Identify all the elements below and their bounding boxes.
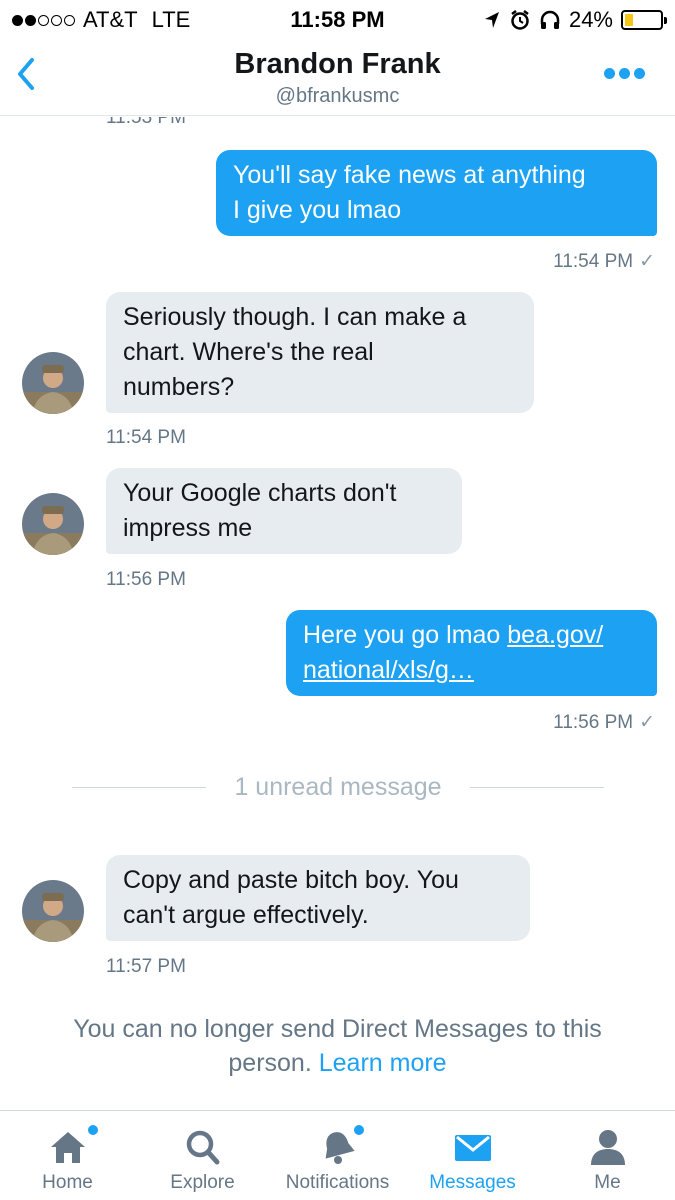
message-timestamp: 11:53 PM [106,117,186,128]
message-link[interactable]: national/xls/g… [303,656,474,684]
message-text: can't argue effectively. [123,901,369,929]
home-icon [50,1132,85,1163]
tab-bar: Home Explore Notifications Messages Me [0,1110,675,1200]
message-timestamp: 11:54 PM ✓ [553,250,655,273]
avatar[interactable] [22,352,84,414]
outgoing-message-bubble[interactable]: You'll say fake news at anything I give … [216,150,657,236]
message-text: I give you lmao [233,196,402,224]
alarm-icon [511,10,529,30]
message-timestamp: 11:57 PM [106,956,186,977]
incoming-message-bubble[interactable]: Seriously though. I can make a chart. Wh… [106,292,534,413]
message-text: numbers? [123,373,235,401]
notice-text-end: person. [228,1049,312,1077]
location-arrow-icon [484,12,499,28]
message-text: Your Google charts don't [123,479,397,507]
message-timestamp: 11:56 PM [106,569,186,590]
message-text: Here you go lmao bea.gov/ [303,618,640,653]
more-dots-icon [604,68,615,79]
outgoing-message-bubble[interactable]: Here you go lmao bea.gov/ national/xls/g… [286,610,657,696]
status-bar: AT&T LTE 11:58 PM 24% [0,0,675,40]
unread-dot [88,1125,98,1135]
envelope-icon [454,1135,491,1161]
more-dots-icon [619,68,630,79]
battery-nub [664,17,667,24]
tab-messages[interactable]: Messages [405,1111,540,1200]
tab-notifications[interactable]: Notifications [270,1111,405,1200]
message-text: Copy and paste bitch boy. You [123,866,459,894]
message-link[interactable]: bea.gov/ [507,621,603,649]
more-options-button[interactable] [604,68,645,79]
divider-line [72,786,207,788]
battery-icon [621,10,667,30]
incoming-message-bubble[interactable]: Your Google charts don't impress me [106,468,462,554]
person-icon [590,1130,625,1165]
read-check-icon: ✓ [639,712,655,733]
avatar[interactable] [22,493,84,555]
message-text: national/xls/g… [303,653,640,688]
avatar-image [22,493,84,555]
message-timestamp: 11:54 PM [106,427,186,448]
incoming-message-bubble[interactable]: Copy and paste bitch boy. You can't argu… [106,855,530,941]
avatar[interactable] [22,880,84,942]
unread-divider: 1 unread message [72,767,604,807]
read-check-icon: ✓ [639,251,655,272]
timestamp-text: 11:54 PM [553,251,634,272]
tab-me[interactable]: Me [540,1111,675,1200]
status-right: 24% [483,7,667,33]
headphones-icon [540,10,560,29]
tab-label: Explore [170,1172,235,1193]
message-thread[interactable]: 11:53 PM You'll say fake news at anythin… [0,117,675,1110]
message-text: impress me [123,514,253,542]
learn-more-link[interactable]: Learn more [319,1049,447,1077]
avatar-image [22,880,84,942]
tab-home[interactable]: Home [0,1111,135,1200]
tab-label: Notifications [285,1172,390,1193]
search-icon [186,1130,219,1165]
battery-fill [625,14,634,26]
timestamp-text: 11:56 PM [553,712,634,733]
unread-label: 1 unread message [234,772,442,801]
battery-percent: 24% [568,7,613,32]
contact-name[interactable]: Brandon Frank [0,48,675,81]
more-dots-icon [634,68,645,79]
message-timestamp: 11:56 PM ✓ [553,711,655,734]
avatar-image [22,352,84,414]
tab-label: Me [594,1172,621,1193]
dm-disabled-notice: You can no longer send Direct Messages t… [30,1012,645,1080]
unread-dot [354,1125,364,1135]
tab-label: Home [42,1172,93,1193]
divider-line [469,786,604,788]
tab-explore[interactable]: Explore [135,1111,270,1200]
message-text: Seriously though. I can make a [123,303,467,331]
message-text: You'll say fake news at anything [233,161,586,189]
bell-icon [325,1132,355,1164]
notice-text: You can no longer send Direct Messages t… [73,1015,602,1043]
tab-label: Messages [429,1172,516,1193]
conversation-header: Brandon Frank @bfrankusmc [0,40,675,116]
notice-text-line2: person. Learn more [30,1046,645,1080]
message-prefix: Here you go lmao [303,621,508,649]
contact-handle[interactable]: @bfrankusmc [0,85,675,108]
message-text: chart. Where's the real [123,338,374,366]
